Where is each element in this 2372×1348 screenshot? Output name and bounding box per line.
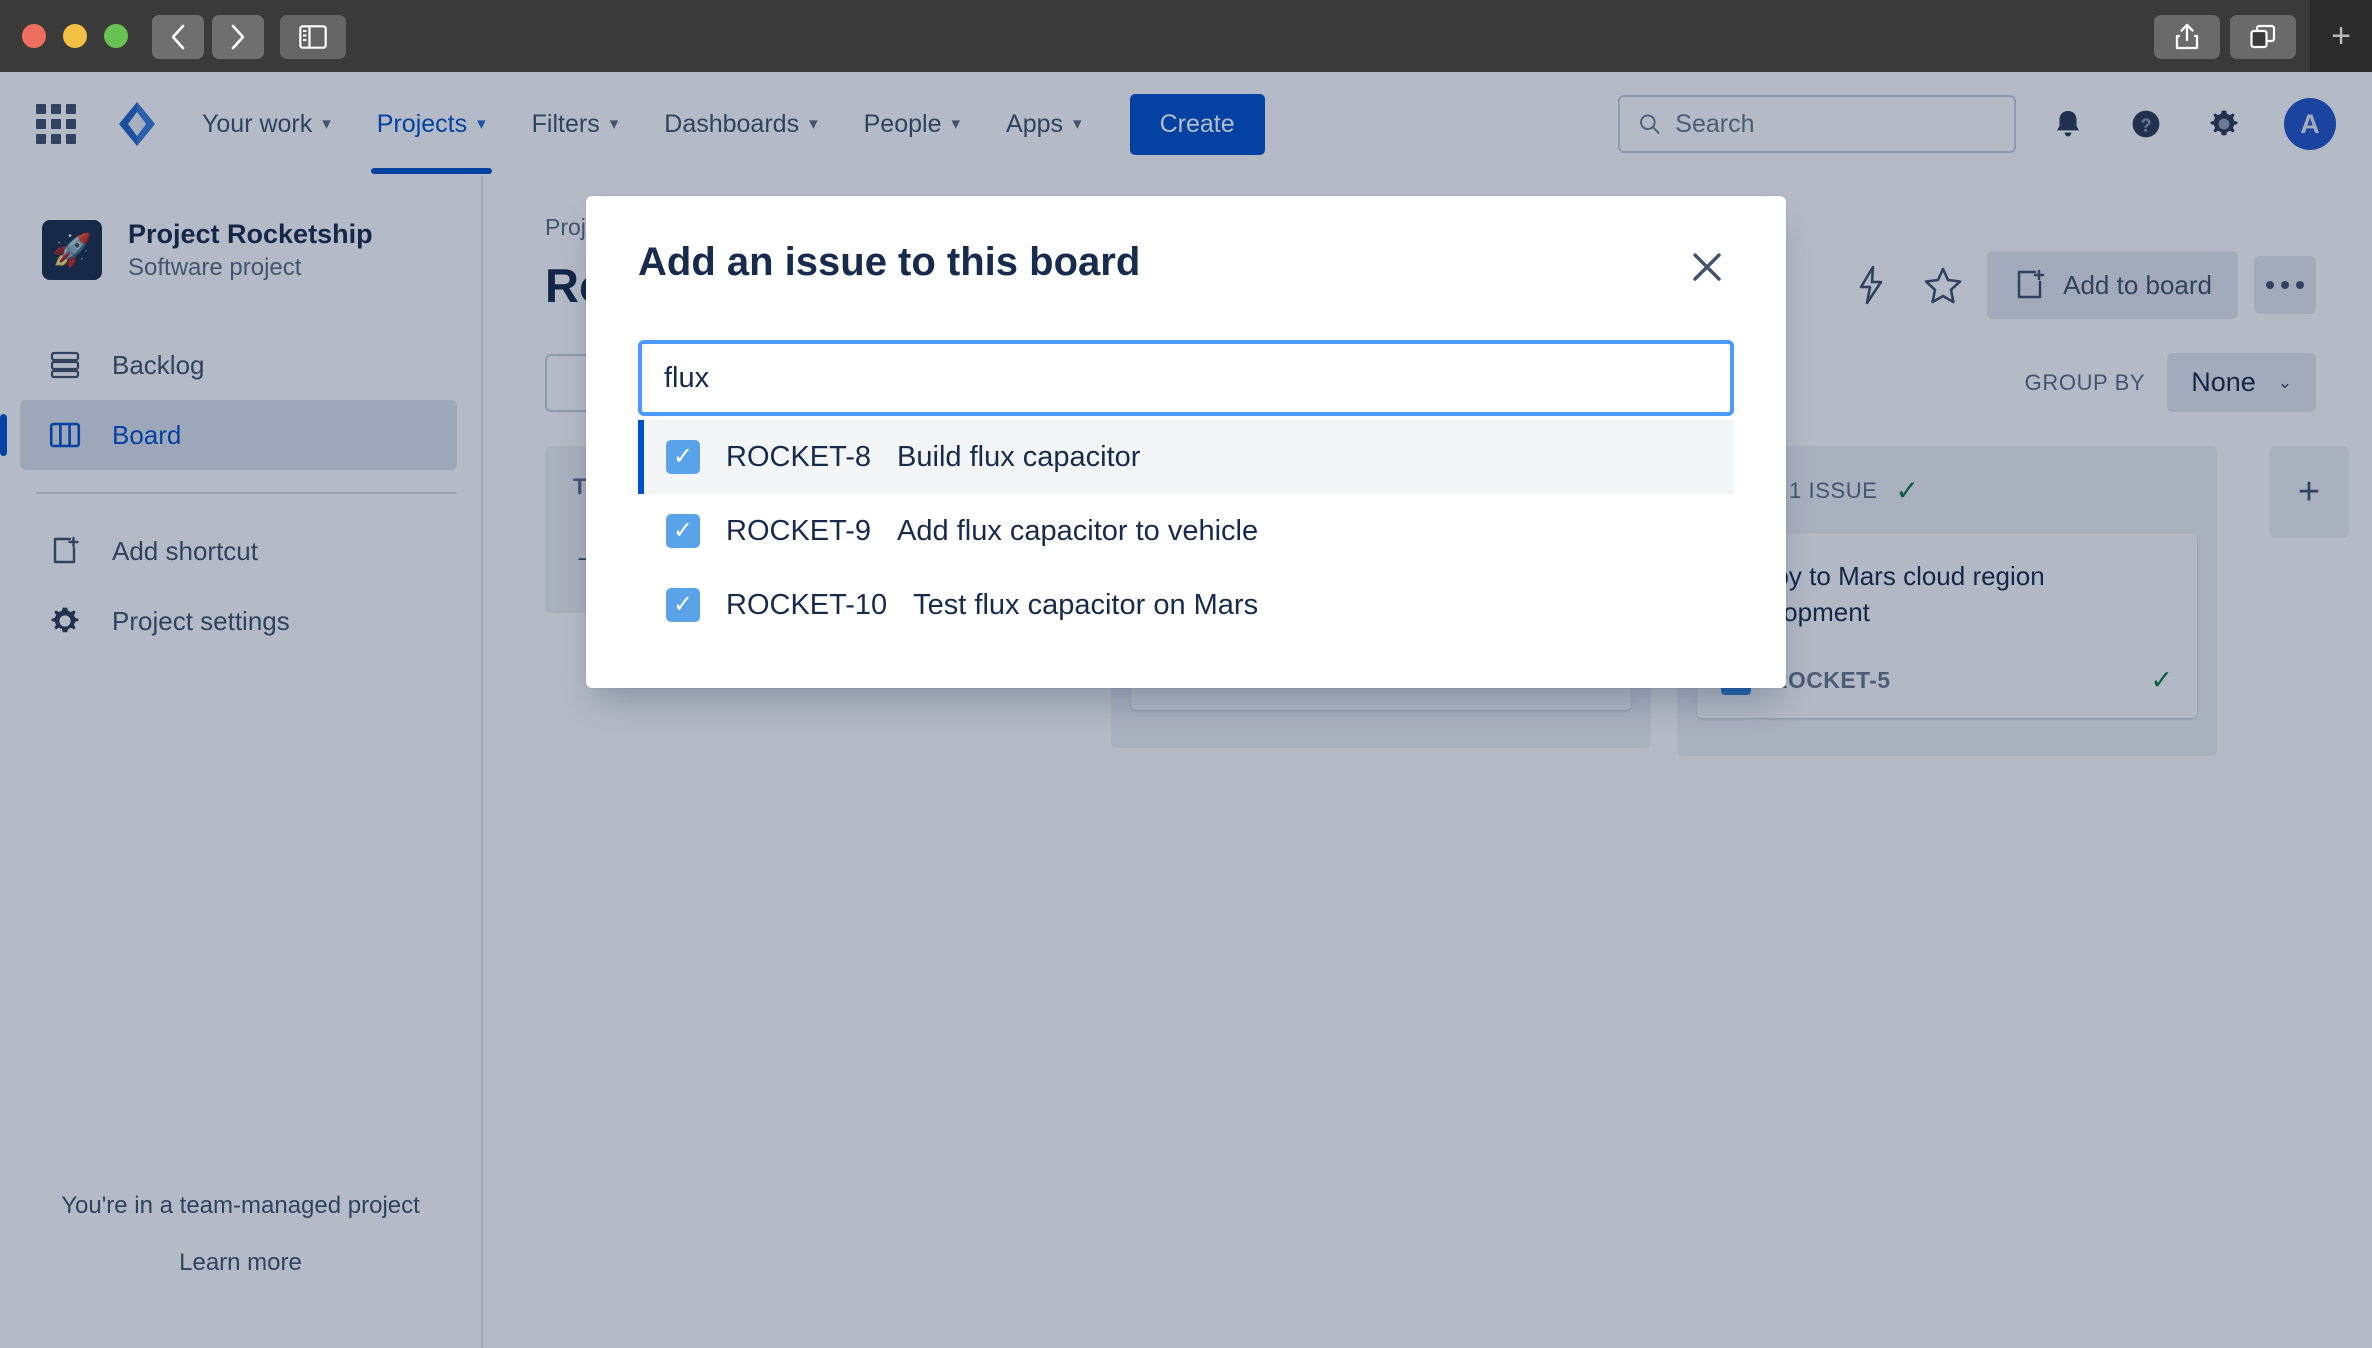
share-icon [2175, 23, 2199, 50]
suggestion-issue-summary: Build flux capacitor [897, 440, 1141, 473]
browser-toolbar-right [2154, 15, 2296, 59]
suggestion-issue-summary: Add flux capacitor to vehicle [897, 514, 1259, 547]
chevron-left-icon [171, 24, 185, 50]
suggestion-item[interactable]: ✓ ROCKET-9 Add flux capacitor to vehicle [638, 494, 1734, 568]
share-button[interactable] [2154, 15, 2220, 59]
issue-type-task-icon: ✓ [666, 588, 700, 622]
browser-chrome: + [0, 0, 2372, 72]
back-button[interactable] [152, 15, 204, 59]
chevron-right-icon [231, 24, 245, 50]
forward-button[interactable] [212, 15, 264, 59]
suggestion-issue-key: ROCKET-9 [726, 514, 872, 547]
suggestion-issue-key: ROCKET-8 [726, 440, 872, 473]
add-issue-modal: Add an issue to this board ✓ ROCKET-8 Bu… [586, 196, 1786, 688]
close-icon [1693, 253, 1721, 281]
copy-tabs-icon [2250, 24, 2276, 49]
issue-suggestions-list: ✓ ROCKET-8 Build flux capacitor ✓ ROCKET… [638, 420, 1734, 642]
suggestion-item[interactable]: ✓ ROCKET-8 Build flux capacitor [638, 420, 1734, 494]
issue-type-task-icon: ✓ [666, 440, 700, 474]
minimize-window-button[interactable] [63, 24, 87, 48]
tab-overview-button[interactable] [2230, 15, 2296, 59]
suggestion-item[interactable]: ✓ ROCKET-10 Test flux capacitor on Mars [638, 568, 1734, 642]
suggestion-issue-key: ROCKET-10 [726, 588, 888, 621]
sidebar-toggle-button[interactable] [280, 15, 346, 59]
modal-title: Add an issue to this board [638, 240, 1141, 284]
close-button[interactable] [1680, 240, 1734, 294]
sidebar-toggle-icon [299, 25, 327, 49]
browser-nav-buttons [152, 15, 264, 59]
new-tab-button[interactable]: + [2310, 0, 2372, 72]
issue-type-task-icon: ✓ [666, 514, 700, 548]
issue-search-input[interactable] [638, 340, 1734, 416]
close-window-button[interactable] [22, 24, 46, 48]
maximize-window-button[interactable] [104, 24, 128, 48]
window-controls [22, 24, 128, 48]
modal-header: Add an issue to this board [638, 240, 1734, 294]
suggestion-issue-summary: Test flux capacitor on Mars [913, 588, 1259, 621]
